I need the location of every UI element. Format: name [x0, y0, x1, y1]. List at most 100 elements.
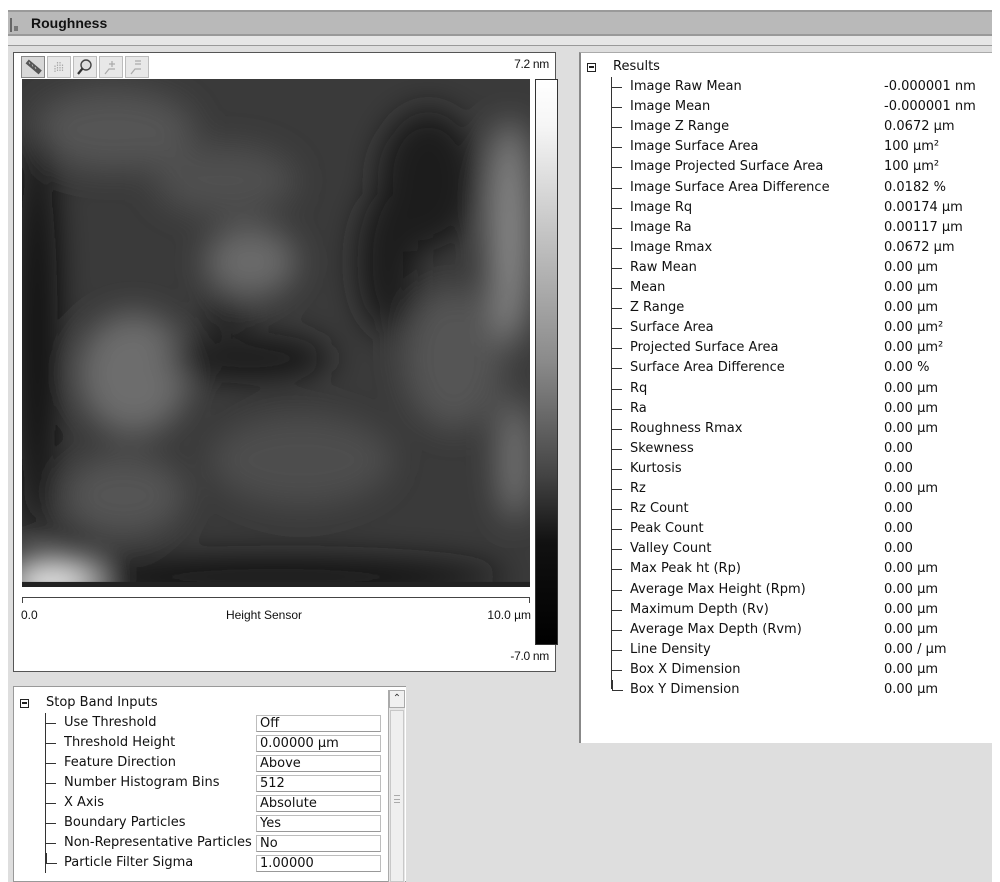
- result-label: Raw Mean: [630, 259, 697, 275]
- inputs-scrollbar[interactable]: ⌃: [388, 690, 405, 882]
- result-label: Ra: [630, 400, 647, 416]
- result-row: Image Mean -0.000001 nm: [612, 97, 990, 117]
- tree-branch: [612, 629, 622, 631]
- image-view-panel: 7.2 nm -7.0 nm 0.0 Height Sensor 10.0 µm: [13, 52, 558, 672]
- results-title: Results: [613, 59, 660, 74]
- tree-branch: [612, 348, 622, 350]
- result-value: 0.00117 µm: [884, 219, 963, 235]
- tree-branch: [46, 843, 56, 844]
- result-row: Surface Area Difference 0.00 %: [612, 358, 990, 378]
- result-value: 0.00 µm: [884, 259, 939, 275]
- tree-branch: [612, 107, 622, 109]
- input-value-field[interactable]: 512: [256, 775, 381, 792]
- tree-branch: [612, 308, 622, 310]
- result-value: 0.00 µm: [884, 380, 939, 396]
- tree-branch: [46, 763, 56, 764]
- input-label: Boundary Particles: [64, 815, 186, 830]
- result-label: Rz Count: [630, 501, 689, 517]
- result-value: -0.000001 nm: [884, 99, 976, 115]
- result-value: 0.00 µm: [884, 280, 939, 295]
- tree-branch: [612, 468, 622, 470]
- result-value: 0.00 µm: [884, 481, 939, 496]
- tree-branch: [612, 569, 622, 571]
- title-sub-bar: [8, 36, 992, 46]
- hand-icon: [54, 62, 64, 72]
- result-row: Skewness 0.00: [612, 439, 990, 459]
- ruler-tool-button[interactable]: [21, 56, 45, 78]
- tree-branch: [46, 823, 56, 824]
- zoom-out-icon: [130, 60, 141, 75]
- result-row: Image Z Range 0.0672 µm: [612, 117, 990, 137]
- input-label: X Axis: [64, 795, 105, 810]
- result-label: Image Rq: [630, 199, 693, 215]
- tree-branch: [612, 247, 622, 249]
- tree-branch: [612, 87, 622, 88]
- collapse-icon[interactable]: [587, 62, 596, 72]
- result-row: Surface Area 0.00 µm²: [612, 318, 990, 338]
- input-label: Feature Direction: [64, 755, 176, 770]
- tree-branch: [46, 743, 56, 744]
- result-value: 0.00: [884, 521, 913, 537]
- result-row: Rz 0.00 µm: [612, 479, 990, 499]
- tree-branch: [612, 207, 622, 209]
- tree-branch: [612, 609, 622, 611]
- result-label: Z Range: [630, 300, 685, 316]
- input-value-field[interactable]: No: [256, 835, 381, 852]
- result-label: Image Z Range: [630, 119, 730, 135]
- tree-branch: [612, 489, 622, 490]
- result-row: Maximum Depth (Rv) 0.00 µm: [612, 600, 990, 620]
- zoom-in-tool-button[interactable]: [99, 56, 123, 78]
- result-label: Average Max Depth (Rvm): [630, 621, 802, 637]
- result-value: 0.00: [884, 541, 913, 557]
- result-label: Maximum Depth (Rv): [630, 601, 769, 617]
- input-value-field[interactable]: Absolute: [256, 795, 381, 812]
- x-axis-start-label: 0.0: [21, 608, 38, 622]
- x-axis-scale-bar: [22, 597, 530, 603]
- result-value: 0.00 / µm: [884, 641, 947, 657]
- input-label: Use Threshold: [64, 715, 157, 730]
- zoom-out-tool-button[interactable]: [125, 56, 149, 78]
- pan-tool-button[interactable]: [47, 56, 71, 78]
- title-bar: Roughness: [8, 10, 992, 36]
- result-value: -0.000001 nm: [884, 79, 976, 94]
- input-value-field[interactable]: 1.00000: [256, 855, 381, 872]
- roughness-window: Roughness 7.2 nm -7.0 nm 0.0 Height Sens…: [8, 10, 992, 882]
- result-label: Line Density: [630, 641, 711, 657]
- zoom-tool-button[interactable]: [73, 56, 97, 78]
- scroll-thumb[interactable]: [390, 710, 404, 882]
- result-label: Max Peak ht (Rp): [630, 561, 741, 577]
- results-header[interactable]: Results: [587, 57, 660, 77]
- input-value-field[interactable]: Off: [256, 715, 381, 732]
- result-row: Rz Count 0.00: [612, 499, 990, 519]
- result-row: Rq 0.00 µm: [612, 379, 990, 399]
- tree-branch: [46, 783, 56, 784]
- result-value: 0.00174 µm: [884, 199, 963, 215]
- input-value-field[interactable]: Above: [256, 755, 381, 772]
- result-label: Image Surface Area: [630, 139, 759, 155]
- result-label: Box Y Dimension: [630, 682, 740, 697]
- result-label: Kurtosis: [630, 460, 682, 476]
- result-label: Image Raw Mean: [630, 79, 742, 94]
- result-value: 0.00 µm²: [884, 320, 944, 336]
- image-toolbar: [21, 56, 149, 80]
- result-label: Box X Dimension: [630, 661, 741, 677]
- collapse-icon[interactable]: [20, 698, 29, 708]
- tree-branch: [46, 853, 57, 864]
- result-row: Z Range 0.00 µm: [612, 298, 990, 318]
- result-row: Valley Count 0.00: [612, 539, 990, 559]
- input-row: Number Histogram Bins 512: [46, 773, 394, 793]
- tree-branch: [612, 127, 622, 129]
- tree-branch: [612, 428, 622, 430]
- input-value-field[interactable]: Yes: [256, 815, 381, 832]
- result-label: Image Surface Area Difference: [630, 179, 830, 195]
- tree-branch: [612, 388, 622, 390]
- input-value-field[interactable]: 0.00000 µm: [256, 735, 381, 752]
- result-label: Rz: [630, 481, 646, 496]
- stop-band-inputs-header[interactable]: Stop Band Inputs: [20, 693, 158, 713]
- input-label: Threshold Height: [64, 735, 176, 750]
- input-row: Boundary Particles Yes: [46, 813, 394, 833]
- afm-height-image[interactable]: [22, 79, 530, 587]
- color-scale-bar: [535, 79, 558, 645]
- scroll-up-button[interactable]: ⌃: [389, 690, 405, 708]
- result-row: Projected Surface Area 0.00 µm²: [612, 338, 990, 358]
